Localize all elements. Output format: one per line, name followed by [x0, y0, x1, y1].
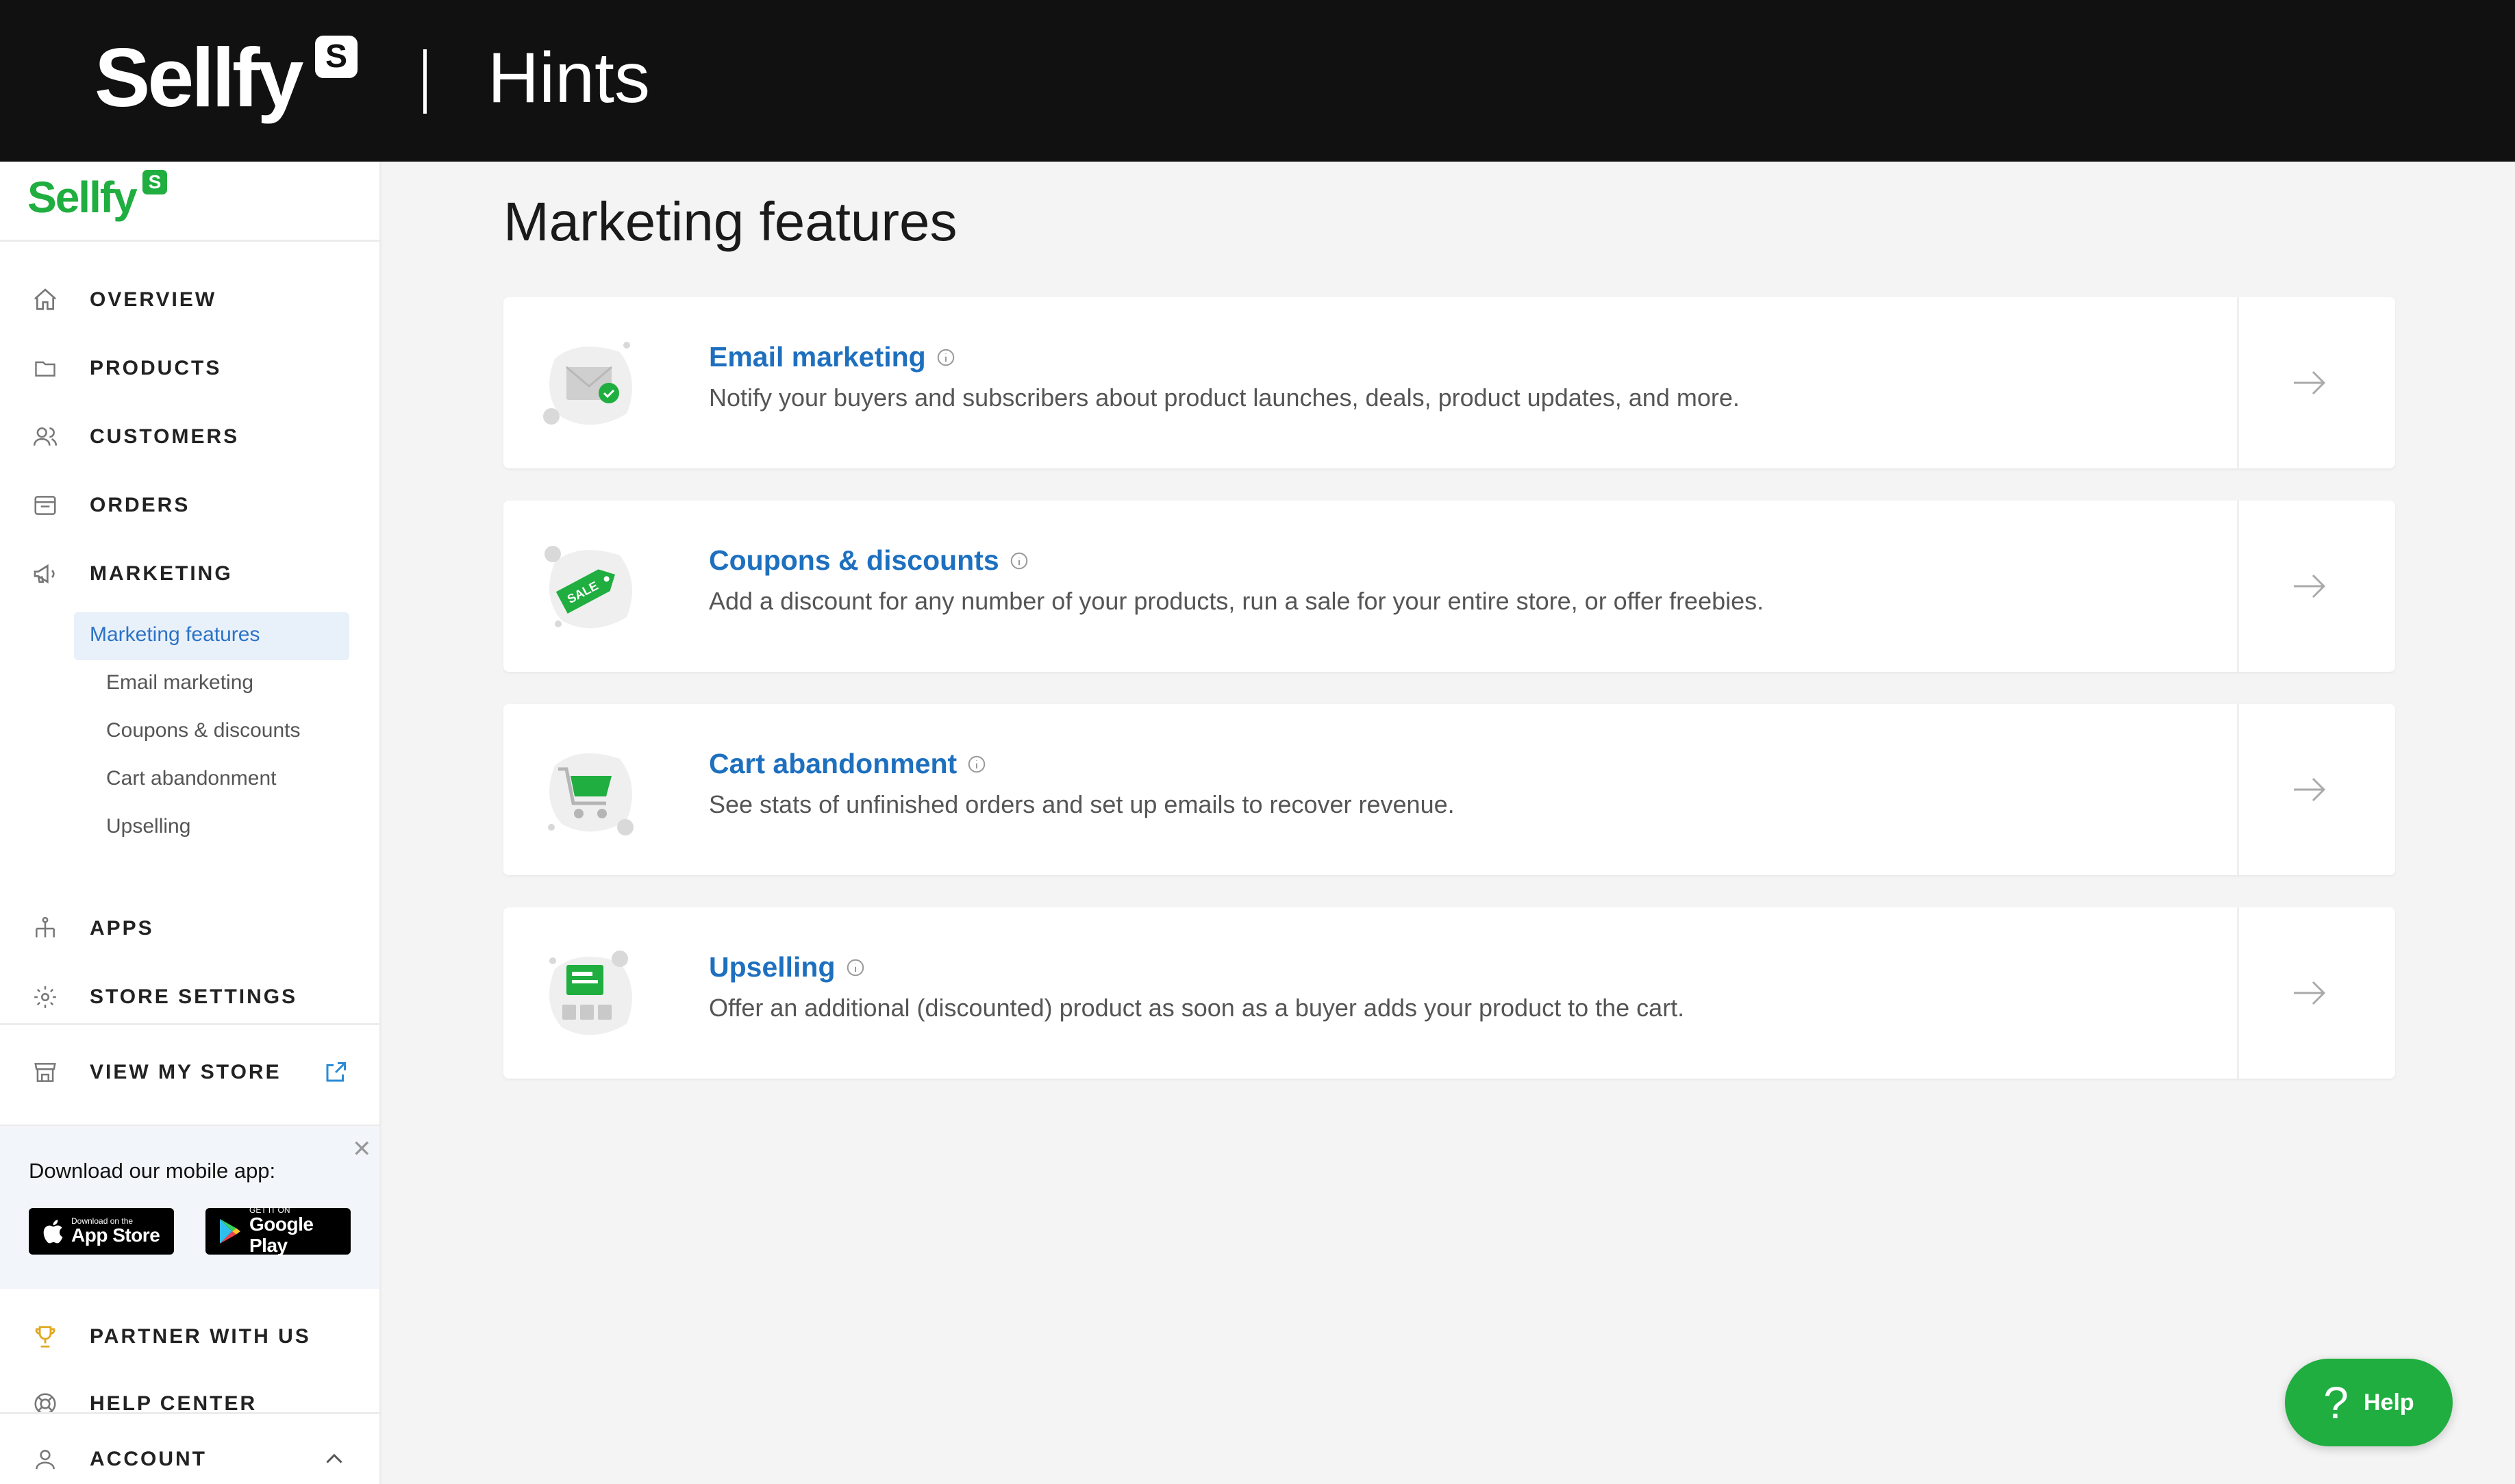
nav-label: ORDERS [90, 494, 190, 516]
info-icon[interactable] [936, 347, 956, 368]
sub-item-cart-abandonment[interactable]: Cart abandonment [106, 767, 277, 790]
nav-partner-with-us[interactable]: PARTNER WITH US [0, 1309, 379, 1364]
help-label: Help [2364, 1389, 2414, 1416]
card-description: Notify your buyers and subscribers about… [709, 383, 1740, 412]
card-title[interactable]: Upselling [709, 951, 836, 983]
sub-item-coupons-discounts[interactable]: Coupons & discounts [106, 719, 301, 742]
nav-customers[interactable]: CUSTOMERS [0, 410, 379, 464]
card-description: See stats of unfinished orders and set u… [709, 790, 1455, 818]
chevron-up-icon[interactable] [322, 1447, 347, 1472]
google-play-big-text: Google Play [249, 1213, 314, 1256]
sidebar-divider [0, 1023, 379, 1025]
nav-label: MARKETING [90, 562, 233, 585]
card-title[interactable]: Email marketing [709, 341, 926, 373]
nav-label: ACCOUNT [90, 1448, 207, 1470]
app-store-button[interactable]: Download on the App Store [29, 1208, 174, 1255]
google-play-button[interactable]: GET IT ON Google Play [205, 1206, 351, 1256]
hints-banner: Sellfy S Hints [0, 0, 2515, 162]
nav-label: CUSTOMERS [90, 425, 240, 448]
sidebar-logo-badge: S [142, 170, 167, 194]
apps-icon [30, 914, 60, 944]
nav-orders[interactable]: ORDERS [0, 478, 379, 533]
nav-label: STORE SETTINGS [90, 985, 298, 1008]
banner-divider [423, 49, 427, 114]
feature-card-cart-abandonment[interactable]: Cart abandonment See stats of unfinished… [503, 704, 2395, 875]
card-title[interactable]: Coupons & discounts [709, 544, 999, 577]
nav-label: OVERVIEW [90, 288, 217, 311]
sub-item-email-marketing[interactable]: Email marketing [106, 671, 253, 694]
banner-title: Hints [488, 38, 650, 118]
card-description: Add a discount for any number of your pr… [709, 587, 1764, 615]
user-icon [30, 1444, 60, 1474]
app-store-small-text: Download on the [71, 1216, 134, 1226]
nav-overview[interactable]: OVERVIEW [0, 273, 379, 327]
home-icon [30, 285, 60, 315]
card-divider [2237, 501, 2239, 672]
nav-label: PRODUCTS [90, 357, 222, 379]
megaphone-icon [30, 559, 60, 589]
users-icon [30, 422, 60, 452]
folder-icon [30, 353, 60, 383]
inbox-icon [30, 490, 60, 520]
info-icon[interactable] [845, 957, 866, 978]
card-divider [2237, 704, 2239, 875]
feature-card-coupons-discounts[interactable]: SALE Coupons & discounts Add a discount … [503, 501, 2395, 672]
nav-label: VIEW MY STORE [90, 1061, 281, 1083]
page-title: Marketing features [503, 191, 958, 252]
help-question-icon: ? [2323, 1377, 2349, 1428]
sidebar-divider [0, 240, 379, 242]
card-divider [2237, 297, 2239, 468]
email-envelope-icon [543, 342, 632, 425]
info-icon[interactable] [1009, 551, 1029, 571]
help-button[interactable]: ? Help [2285, 1359, 2453, 1446]
app-store-big-text: App Store [71, 1224, 160, 1246]
arrow-right-icon[interactable] [2288, 366, 2329, 400]
card-description: Offer an additional (discounted) product… [709, 994, 1685, 1022]
banner-brand-badge: S [315, 36, 358, 78]
nav-label: PARTNER WITH US [90, 1325, 311, 1348]
sidebar: Sellfy S OVERVIEW PRODUCTS CUSTOMERS ORD… [0, 162, 381, 1484]
card-divider [2237, 907, 2239, 1079]
storefront-icon [30, 1057, 60, 1087]
sidebar-divider [0, 1124, 379, 1127]
info-icon[interactable] [966, 754, 987, 775]
gear-icon [30, 982, 60, 1012]
arrow-right-icon[interactable] [2288, 772, 2329, 807]
close-icon[interactable]: ✕ [352, 1135, 372, 1163]
nav-apps[interactable]: APPS [0, 901, 379, 956]
nav-marketing[interactable]: MARKETING [0, 546, 379, 601]
nav-products[interactable]: PRODUCTS [0, 341, 379, 396]
nav-store-settings[interactable]: STORE SETTINGS [0, 970, 379, 1024]
mobile-app-title: Download our mobile app: [29, 1159, 276, 1183]
nav-account[interactable]: ACCOUNT [0, 1432, 379, 1484]
card-title[interactable]: Cart abandonment [709, 748, 957, 780]
arrow-right-icon[interactable] [2288, 569, 2329, 603]
banner-brand-logo: Sellfy [95, 31, 303, 124]
sub-item-marketing-features[interactable]: Marketing features [90, 623, 260, 646]
sale-tag-icon: SALE [545, 546, 632, 629]
upsell-products-icon [549, 951, 632, 1035]
external-link-icon[interactable] [323, 1060, 348, 1085]
trophy-icon [30, 1322, 60, 1352]
sidebar-logo[interactable]: Sellfy [27, 171, 138, 224]
nav-label: APPS [90, 917, 154, 940]
sub-item-upselling[interactable]: Upselling [106, 815, 190, 838]
shopping-cart-icon [548, 753, 634, 835]
feature-card-email-marketing[interactable]: Email marketing Notify your buyers and s… [503, 297, 2395, 468]
google-play-icon [219, 1219, 240, 1244]
apple-icon [43, 1220, 63, 1244]
arrow-right-icon[interactable] [2288, 976, 2329, 1010]
feature-card-upselling[interactable]: Upselling Offer an additional (discounte… [503, 907, 2395, 1079]
